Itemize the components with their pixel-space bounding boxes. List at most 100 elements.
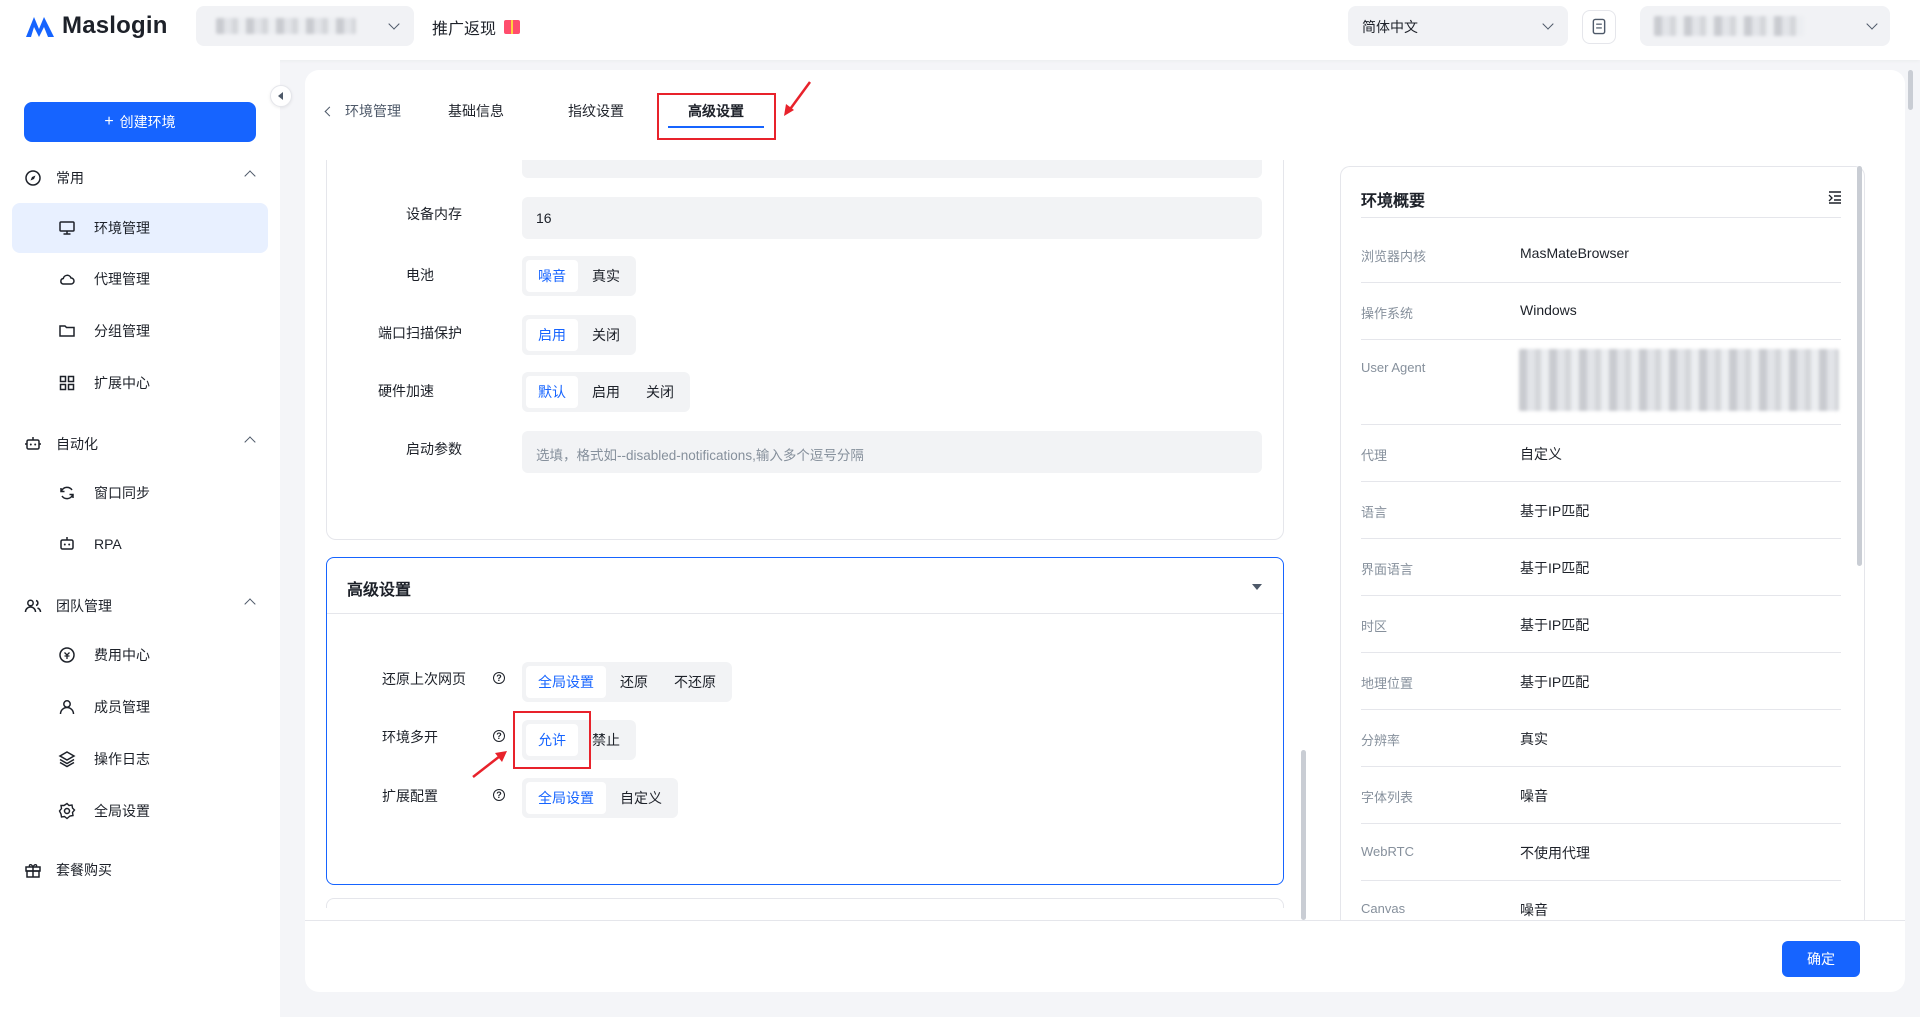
summary-value: MasMateBrowser xyxy=(1520,245,1629,261)
port-scan-label: 端口扫描保护 xyxy=(378,325,462,341)
memory-input[interactable]: 16 xyxy=(522,197,1262,239)
restore-pages-label: 还原上次网页 xyxy=(382,671,466,687)
sidebar-item-global-settings[interactable]: 全局设置 xyxy=(12,786,268,836)
summary-divider xyxy=(1361,424,1841,425)
sidebar-item-logs[interactable]: 操作日志 xyxy=(12,734,268,784)
summary-key: Canvas xyxy=(1361,901,1406,916)
sidebar-item-extensions[interactable]: 扩展中心 xyxy=(12,358,268,408)
summary-value: 自定义 xyxy=(1520,446,1562,462)
summary-value: 基于IP匹配 xyxy=(1520,674,1590,690)
form-scrollbar[interactable] xyxy=(1301,750,1306,920)
help-icon[interactable]: ? xyxy=(493,672,505,684)
page-scrollbar[interactable] xyxy=(1908,70,1913,110)
port-scan-segmented: 启用 关闭 xyxy=(522,315,636,355)
nav-group-team[interactable]: 团队管理 xyxy=(24,596,256,616)
sidebar-collapse-button[interactable] xyxy=(270,85,292,107)
summary-key: 分辨率 xyxy=(1361,733,1401,748)
nav-group-common[interactable]: 常用 xyxy=(24,168,256,188)
cloud-icon xyxy=(58,270,76,288)
restore-option-global[interactable]: 全局设置 xyxy=(526,666,606,698)
create-environment-button[interactable]: + 创建环境 xyxy=(24,102,256,142)
list-indent-icon[interactable] xyxy=(1827,189,1843,205)
confirm-button[interactable]: 确定 xyxy=(1782,941,1860,977)
folder-icon xyxy=(58,322,76,340)
sidebar-item-members[interactable]: 成员管理 xyxy=(12,682,268,732)
summary-key: 字体列表 xyxy=(1361,790,1414,805)
restore-pages-segmented: 全局设置 还原 不还原 xyxy=(522,662,732,702)
battery-segmented: 噪音 真实 xyxy=(522,256,636,296)
back-label: 环境管理 xyxy=(345,103,401,119)
ext-option-global[interactable]: 全局设置 xyxy=(526,782,606,814)
workspace-name-blurred xyxy=(216,18,356,34)
sidebar-item-label: 分组管理 xyxy=(94,323,150,339)
language-select[interactable]: 简体中文 xyxy=(1348,6,1568,46)
plus-icon: + xyxy=(104,113,114,130)
restore-option-norestore[interactable]: 不还原 xyxy=(662,666,728,698)
sidebar-item-groups[interactable]: 分组管理 xyxy=(12,306,268,356)
summary-divider xyxy=(1361,595,1841,596)
user-account-select[interactable] xyxy=(1640,6,1890,46)
help-icon[interactable]: ? xyxy=(493,789,505,801)
user-name-blurred xyxy=(1654,16,1804,36)
gear-icon xyxy=(58,802,76,820)
document-button[interactable] xyxy=(1582,10,1616,44)
summary-scrollbar[interactable] xyxy=(1857,166,1862,566)
battery-option-real[interactable]: 真实 xyxy=(580,260,632,292)
top-bar: Maslogin 推广返现 简体中文 xyxy=(0,0,1920,60)
chevron-left-icon xyxy=(324,106,335,116)
tab-basic-info[interactable]: 基础信息 xyxy=(448,101,504,121)
sidebar-item-plans[interactable]: 套餐购买 xyxy=(24,860,112,880)
sidebar-item-label: 操作日志 xyxy=(94,751,150,767)
summary-key: 地理位置 xyxy=(1361,676,1414,691)
sidebar-item-proxy[interactable]: 代理管理 xyxy=(12,254,268,304)
app-logo[interactable]: Maslogin xyxy=(24,12,168,40)
sidebar-item-label: 成员管理 xyxy=(94,699,150,715)
launch-args-input[interactable]: 选填，格式如--disabled-notifications,输入多个逗号分隔 xyxy=(522,431,1262,473)
sidebar-item-label: RPA xyxy=(94,536,122,552)
promo-link[interactable]: 推广返现 xyxy=(432,15,521,39)
battery-label: 电池 xyxy=(406,267,434,283)
summary-value: 基于IP匹配 xyxy=(1520,617,1590,633)
battery-option-noise[interactable]: 噪音 xyxy=(526,260,578,292)
advanced-section-header[interactable]: 高级设置 xyxy=(327,558,1283,614)
language-value: 简体中文 xyxy=(1362,19,1418,35)
port-option-enable[interactable]: 启用 xyxy=(526,319,578,351)
tab-fingerprint[interactable]: 指纹设置 xyxy=(568,101,624,121)
back-to-environments[interactable]: 环境管理 xyxy=(324,101,401,121)
summary-divider xyxy=(1361,823,1841,824)
sidebar-item-rpa[interactable]: RPA xyxy=(12,519,268,569)
restore-option-restore[interactable]: 还原 xyxy=(608,666,660,698)
sidebar-item-window-sync[interactable]: 窗口同步 xyxy=(12,468,268,518)
port-option-disable[interactable]: 关闭 xyxy=(580,319,632,351)
annotation-box-tab xyxy=(657,93,776,140)
nav-group-label: 团队管理 xyxy=(56,598,112,614)
summary-key: 浏览器内核 xyxy=(1361,249,1427,264)
nav-group-automation[interactable]: 自动化 xyxy=(24,434,256,454)
sidebar-item-label: 代理管理 xyxy=(94,271,150,287)
summary-value: 基于IP匹配 xyxy=(1520,560,1590,576)
user-agent-value-blurred xyxy=(1519,349,1839,411)
hw-accel-label: 硬件加速 xyxy=(378,383,434,399)
workspace-select[interactable] xyxy=(196,6,414,46)
previous-field-remnant xyxy=(522,160,1262,178)
extension-config-segmented: 全局设置 自定义 xyxy=(522,778,678,818)
chevron-down-icon xyxy=(1542,18,1554,30)
summary-title: 环境概要 xyxy=(1361,193,1426,210)
environment-summary-panel: 环境概要 浏览器内核 MasMateBrowser 操作系统 Windows U… xyxy=(1340,166,1865,920)
ext-option-custom[interactable]: 自定义 xyxy=(608,782,674,814)
summary-key: WebRTC xyxy=(1361,844,1414,859)
hw-accel-segmented: 默认 启用 关闭 xyxy=(522,372,690,412)
sidebar-item-label: 全局设置 xyxy=(94,803,150,819)
summary-value: Windows xyxy=(1520,302,1577,318)
sidebar-item-billing[interactable]: 费用中心 xyxy=(12,630,268,680)
hw-option-disable[interactable]: 关闭 xyxy=(634,376,686,408)
sidebar-item-environments[interactable]: 环境管理 xyxy=(12,203,268,253)
summary-key: 操作系统 xyxy=(1361,306,1414,321)
footer-divider xyxy=(305,920,1905,921)
promo-label: 推广返现 xyxy=(432,21,497,38)
hw-option-default[interactable]: 默认 xyxy=(526,376,578,408)
hw-option-enable[interactable]: 启用 xyxy=(580,376,632,408)
help-icon[interactable]: ? xyxy=(493,730,505,742)
launch-args-label: 启动参数 xyxy=(406,441,462,457)
caret-down-icon xyxy=(1252,584,1262,590)
